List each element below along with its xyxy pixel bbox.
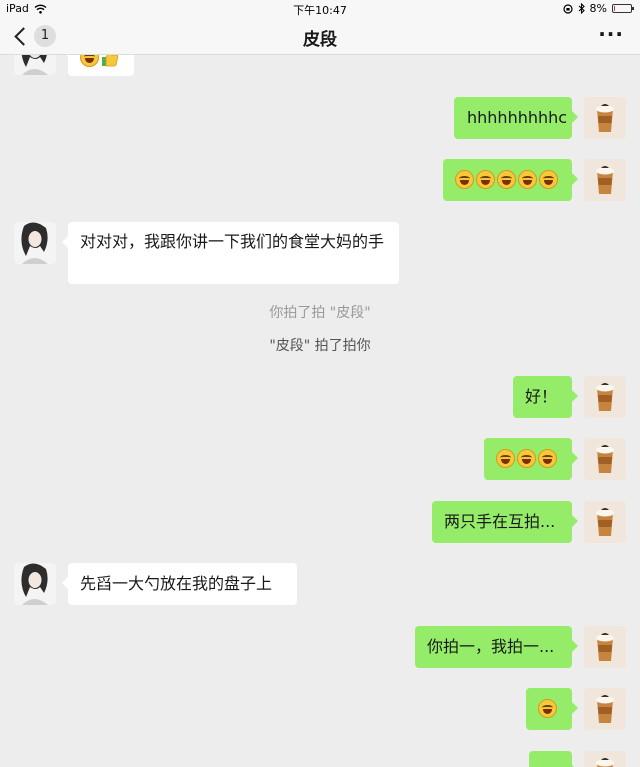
iced-coffee-avatar-icon [584,626,626,668]
emoji-group [496,447,560,470]
tears-of-joy-emoji-icon [539,170,558,189]
tears-of-joy-emoji-icon [476,170,495,189]
smile-emoji-icon [80,55,99,67]
message-text: 两只手在互拍... [444,512,556,531]
iced-coffee-avatar-icon [584,501,626,543]
message-bubble-outgoing[interactable]: 两只手在互拍... [432,501,578,543]
tears-of-joy-emoji-icon [455,170,474,189]
battery-icon [612,4,634,13]
rotation-lock-icon [562,3,573,14]
message-bubble-outgoing[interactable] [529,751,578,767]
message-text: 对对对，我跟你讲一下我们的食堂大妈的手 [80,232,385,251]
contact-avatar[interactable] [14,563,56,605]
iced-coffee-avatar-icon [584,376,626,418]
my-avatar[interactable] [584,688,626,730]
bluetooth-icon [578,3,585,14]
contact-avatar[interactable] [14,55,56,75]
my-avatar[interactable] [584,376,626,418]
chat-title: 皮段 [303,30,337,50]
emoji-group [455,168,560,191]
message-bubble-outgoing[interactable]: 好！ [513,376,578,418]
thumbs-up-emoji-icon [102,55,119,66]
iced-coffee-avatar-icon [584,97,626,139]
pat-notice: 你拍了拍 "皮段" [269,305,371,321]
my-avatar[interactable] [584,438,626,480]
tears-of-joy-emoji-icon [538,699,557,718]
message-bubble-incoming[interactable] [62,55,134,76]
iced-coffee-avatar-icon [584,688,626,730]
status-bar: iPad 下午10:47 8% [0,0,640,18]
my-avatar[interactable] [584,159,626,201]
message-bubble-incoming[interactable]: 先舀一大勺放在我的盘子上 [62,563,297,605]
message-text: 你拍一，我拍一... [427,637,555,656]
tears-of-joy-emoji-icon [518,170,537,189]
message-bubble-outgoing[interactable] [443,159,578,201]
clock: 下午10:47 [293,4,347,17]
message-text: 好！ [525,387,558,406]
message-bubble-outgoing[interactable]: 你拍一，我拍一... [415,626,578,668]
message-bubble-outgoing[interactable]: hhhhhhhhhc [454,97,578,139]
my-avatar[interactable] [584,501,626,543]
battery-level-fill [614,6,615,11]
chat-header: 1 皮段 ··· [0,18,640,55]
iced-coffee-avatar-icon [584,751,626,767]
message-text: 先舀一大勺放在我的盘子上 [80,574,273,593]
tears-of-joy-emoji-icon [496,449,515,468]
message-list[interactable]: hhhhhhhhhc 对对对，我跟你讲一下我们的食堂大妈的手 你拍了拍 "皮段"… [0,55,640,767]
tears-of-joy-emoji-icon [497,170,516,189]
iced-coffee-avatar-icon [584,159,626,201]
message-text: hhhhhhhhhc [467,108,568,127]
anime-girl-avatar-icon [21,222,48,264]
anime-girl-avatar-icon [21,563,48,605]
my-avatar[interactable] [584,97,626,139]
contact-avatar[interactable] [14,222,56,264]
tears-of-joy-emoji-icon [538,449,557,468]
my-avatar[interactable] [584,626,626,668]
battery-percent: 8% [589,2,607,15]
message-bubble-outgoing[interactable] [484,438,578,480]
message-bubble-outgoing[interactable] [526,688,578,730]
more-button[interactable]: ··· [598,24,624,44]
tears-of-joy-emoji-icon [517,449,536,468]
pat-notice: "皮段" 拍了拍你 [269,338,371,354]
emoji-group [538,697,560,720]
my-avatar[interactable] [584,751,626,767]
message-bubble-incoming[interactable]: 对对对，我跟你讲一下我们的食堂大妈的手 [62,222,399,284]
iced-coffee-avatar-icon [584,438,626,480]
anime-girl-avatar-icon [21,55,48,75]
